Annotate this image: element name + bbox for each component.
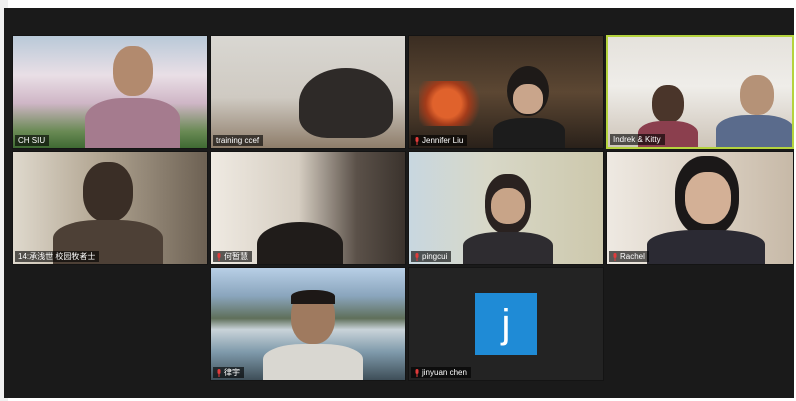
video-tile-participant-5[interactable]: 14:承浅世 校园牧者士 (12, 151, 208, 265)
video-tile-training-ccef[interactable]: training ccef (210, 35, 406, 149)
muted-mic-icon (217, 252, 221, 261)
video-tile-pingcui[interactable]: pingcui (408, 151, 604, 265)
participant-video (53, 162, 163, 264)
video-tile-indrek-kitty[interactable]: Indrek & Kitty (606, 35, 794, 149)
participant-name-label: 何暂慧 (213, 251, 252, 262)
participant-video (85, 46, 180, 148)
muted-mic-icon (415, 136, 419, 145)
video-tile-participant-9[interactable]: 律宇 (210, 267, 406, 381)
participant-avatar: j (475, 293, 537, 355)
participant-name-label: 14:承浅世 校园牧者士 (15, 251, 100, 262)
video-tile-jinyuan-chen[interactable]: j jinyuan chen (408, 267, 604, 381)
participant-video (463, 174, 553, 264)
muted-mic-icon (415, 252, 419, 261)
muted-mic-icon (415, 368, 419, 377)
video-tile-participant-6[interactable]: 何暂慧 (210, 151, 406, 265)
participant-name-label: training ccef (213, 135, 264, 146)
participant-name-label: CH SIU (15, 135, 50, 146)
video-gallery: CH SIU training ccef Jennifer Liu Indrek… (4, 8, 794, 398)
participant-video (716, 75, 792, 147)
participant-name-label: Indrek & Kitty (610, 134, 665, 145)
participant-name-label: pingcui (411, 251, 452, 262)
participant-name-label: jinyuan chen (411, 367, 471, 378)
participant-video (493, 66, 565, 148)
flower-decoration (419, 81, 489, 126)
muted-mic-icon (613, 252, 617, 261)
participant-video (647, 156, 765, 264)
participant-video (263, 290, 363, 380)
participant-name-label: Rachel (609, 251, 649, 262)
participant-video (257, 222, 343, 264)
video-tile-rachel[interactable]: Rachel (606, 151, 794, 265)
muted-mic-icon (217, 368, 221, 377)
participant-name-label: Jennifer Liu (411, 135, 468, 146)
video-tile-ch-siu[interactable]: CH SIU (12, 35, 208, 149)
video-tile-jennifer-liu[interactable]: Jennifer Liu (408, 35, 604, 149)
participant-video (299, 68, 393, 148)
participant-name-label: 律宇 (213, 367, 244, 378)
